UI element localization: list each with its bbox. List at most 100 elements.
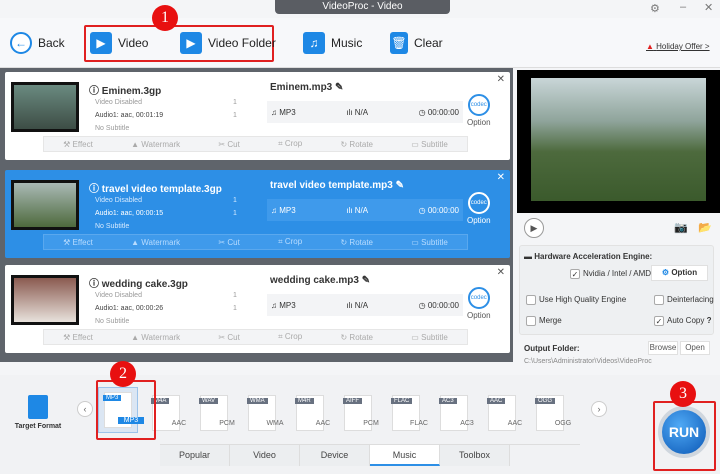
tab-popular[interactable]: Popular	[160, 445, 230, 466]
format-tag: WAV	[199, 398, 218, 404]
video-label: Video	[118, 36, 149, 50]
crop-button[interactable]: ⌗ Crop	[278, 237, 302, 247]
merge-checkbox[interactable]: Merge	[526, 316, 562, 326]
bitrate-icon: ılı N/A	[346, 107, 369, 117]
hw-option-button[interactable]: ⚙ Option	[651, 265, 708, 281]
list-item-selected[interactable]: ⓘ travel video template.3gp Video Disabl…	[5, 170, 510, 258]
codec-gear-icon: codec	[467, 287, 490, 309]
rotate-button[interactable]: ↻ Rotate	[340, 140, 373, 149]
effect-button[interactable]: ⚒ Effect	[63, 238, 93, 247]
rotate-button[interactable]: ↻ Rotate	[340, 333, 373, 342]
cut-button[interactable]: ✂ Cut	[218, 333, 239, 342]
back-arrow-icon: ←	[10, 32, 32, 54]
format-item[interactable]: OGG OGG	[532, 395, 571, 431]
auto-copy-checkbox[interactable]: ✓ Auto Copy ?	[654, 316, 711, 326]
format-codec: PCM	[363, 420, 379, 427]
add-music-button[interactable]: ♫ Music	[303, 32, 362, 54]
output-file-name[interactable]: travel video template.mp3 ✎	[270, 180, 404, 191]
audio-track-select[interactable]: Audio1: aac, 00:00:26	[95, 305, 163, 312]
remove-item-icon[interactable]: ✕	[497, 172, 505, 183]
open-button[interactable]: Open	[680, 341, 710, 355]
video-thumbnail	[11, 275, 79, 325]
audio-track-select[interactable]: Audio1: aac, 00:01:19	[95, 112, 163, 119]
santa-hat-icon: ▲	[646, 42, 654, 51]
codec-option-button[interactable]: codec Option	[467, 192, 491, 225]
hw-accel-title: ▬ Hardware Acceleration Engine:	[524, 252, 653, 261]
format-item[interactable]: FLAC FLAC	[388, 395, 428, 431]
audio-file-icon: AC3 AC3	[439, 395, 474, 431]
annotation-box-2	[96, 380, 156, 440]
close-button[interactable]: ✕	[704, 1, 713, 14]
video-count: 1	[233, 99, 237, 106]
edit-toolbar: ⚒ Effect ▲ Watermark ✂ Cut ⌗ Crop ↻ Rotate ▭ …	[43, 234, 468, 250]
format-item[interactable]: M4R AAC	[292, 395, 330, 431]
browse-button[interactable]: Browse	[648, 341, 678, 355]
format-item[interactable]: AC3 AC3	[436, 395, 474, 431]
crop-button[interactable]: ⌗ Crop	[278, 332, 302, 342]
codec-option-button[interactable]: codec Option	[467, 94, 491, 127]
watermark-button[interactable]: ▲ Watermark	[131, 140, 180, 149]
gear-icon[interactable]: ⚙	[650, 2, 660, 15]
music-note-icon: ♫ MP3	[271, 300, 296, 310]
remove-item-icon[interactable]: ✕	[497, 74, 505, 85]
clear-button[interactable]: 🗑 Clear	[390, 32, 443, 54]
target-format-button[interactable]: Target Format	[8, 395, 68, 430]
play-button[interactable]: ▶	[524, 218, 544, 238]
audio-file-icon: WAV PCM	[199, 395, 235, 431]
subtitle-button[interactable]: ▭ Subtitle	[411, 333, 447, 342]
subtitle-button[interactable]: ▭ Subtitle	[411, 140, 447, 149]
tab-device[interactable]: Device	[300, 445, 370, 466]
effect-button[interactable]: ⚒ Effect	[63, 333, 93, 342]
codec-gear-icon: codec	[467, 94, 490, 116]
video-track-info: Video Disabled	[95, 99, 142, 106]
camera-icon[interactable]: 📷	[674, 221, 688, 234]
subtitle-button[interactable]: ▭ Subtitle	[411, 238, 447, 247]
source-file-name: ⓘ Eminem.3gp	[89, 86, 162, 97]
high-quality-checkbox[interactable]: Use High Quality Engine	[526, 295, 626, 305]
chip-icon: ▬	[524, 252, 535, 261]
output-file-name[interactable]: Eminem.mp3 ✎	[270, 82, 343, 93]
format-item[interactable]: WMA WMA	[244, 395, 284, 431]
folder-icon[interactable]: 📂	[698, 221, 712, 234]
minimize-button[interactable]: –	[680, 1, 686, 13]
output-path[interactable]: C:\Users\Administrator\Videos\VideoProc	[524, 358, 652, 365]
format-item[interactable]: WAV PCM	[196, 395, 235, 431]
run-button[interactable]: RUN	[658, 406, 710, 458]
format-codec: AAC	[507, 420, 523, 427]
audio-file-icon: M4A AAC	[151, 395, 186, 431]
output-file-name[interactable]: wedding cake.mp3 ✎	[270, 275, 370, 286]
effect-button[interactable]: ⚒ Effect	[63, 140, 93, 149]
next-formats-button[interactable]: ›	[591, 401, 607, 417]
codec-option-button[interactable]: codec Option	[467, 287, 491, 320]
music-note-icon: ♫ MP3	[271, 205, 296, 215]
crop-button[interactable]: ⌗ Crop	[278, 139, 302, 149]
add-video-button[interactable]: ▶ Video	[90, 32, 148, 54]
rotate-button[interactable]: ↻ Rotate	[340, 238, 373, 247]
audio-track-select[interactable]: Audio1: aac, 00:00:15	[95, 210, 163, 217]
remove-item-icon[interactable]: ✕	[497, 267, 505, 278]
audio-file-icon: AAC AAC	[487, 395, 522, 431]
back-button[interactable]: ← Back	[10, 32, 65, 54]
watermark-button[interactable]: ▲ Watermark	[131, 238, 180, 247]
tab-music[interactable]: Music	[370, 445, 440, 466]
list-item[interactable]: ⓘ Eminem.3gp Video Disabled Audio1: aac,…	[5, 72, 510, 160]
cut-button[interactable]: ✂ Cut	[218, 140, 239, 149]
music-note-icon: ♫ MP3	[271, 107, 296, 117]
hw-accel-checkbox[interactable]: ✓ Nvidia / Intel / AMD	[570, 269, 651, 279]
annotation-badge-3: 3	[670, 381, 696, 407]
cut-button[interactable]: ✂ Cut	[218, 238, 239, 247]
tab-toolbox[interactable]: Toolbox	[440, 445, 510, 466]
watermark-button[interactable]: ▲ Watermark	[131, 333, 180, 342]
tab-video[interactable]: Video	[230, 445, 300, 466]
preview-frame	[531, 78, 706, 201]
annotation-badge-1: 1	[152, 5, 178, 31]
deinterlacing-checkbox[interactable]: Deinterlacing	[654, 295, 714, 305]
holiday-offer-link[interactable]: ▲ Holiday Offer >	[646, 42, 710, 51]
add-video-folder-button[interactable]: ▶ Video Folder	[180, 32, 276, 54]
prev-formats-button[interactable]: ‹	[77, 401, 93, 417]
clock-icon: ◷ 00:00:00	[418, 300, 459, 310]
format-item[interactable]: AAC AAC	[484, 395, 522, 431]
format-item[interactable]: AIFF PCM	[340, 395, 379, 431]
list-item[interactable]: ⓘ wedding cake.3gp Video Disabled Audio1…	[5, 265, 510, 353]
video-track-info: Video Disabled	[95, 197, 142, 204]
